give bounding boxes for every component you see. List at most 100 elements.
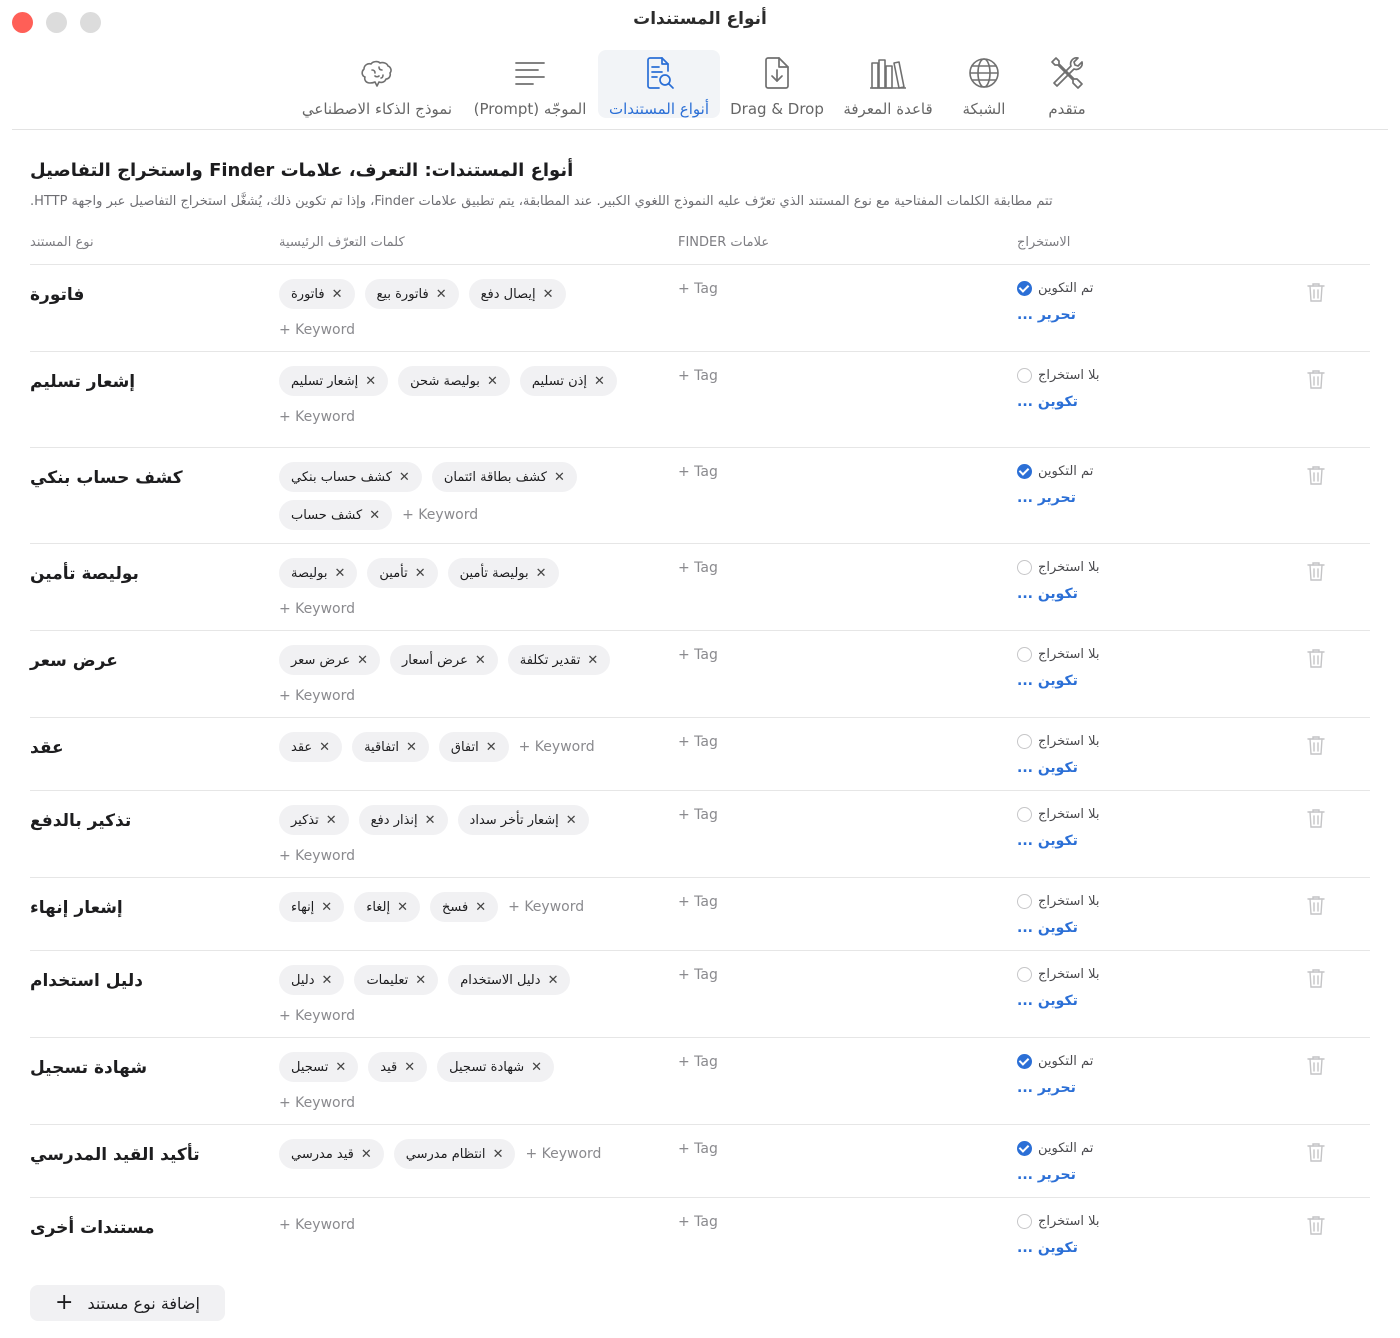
add-tag-button[interactable]: + Tag [678,647,718,663]
add-tag-button[interactable]: + Tag [678,281,718,297]
add-keyword-button[interactable]: + Keyword [279,843,355,869]
remove-keyword-icon[interactable]: ✕ [369,508,380,523]
tab-network[interactable]: الشبكة [944,50,1024,118]
remove-keyword-icon[interactable]: ✕ [543,287,554,302]
doc-type-name[interactable]: شهادة تسجيل [30,1058,147,1078]
add-keyword-button[interactable]: + Keyword [279,683,355,709]
trash-icon[interactable] [1306,1214,1326,1236]
configure-extraction-link[interactable]: تكوين ... [1017,760,1078,776]
trash-icon[interactable] [1306,894,1326,916]
doc-type-name[interactable]: تذكير بالدفع [30,811,131,831]
add-tag-button[interactable]: + Tag [678,967,718,983]
remove-keyword-icon[interactable]: ✕ [399,470,410,485]
remove-keyword-icon[interactable]: ✕ [326,813,337,828]
configure-extraction-link[interactable]: تكوين ... [1017,920,1078,936]
tab-drag-drop[interactable]: Drag & Drop [722,50,832,118]
remove-keyword-icon[interactable]: ✕ [566,813,577,828]
doc-type-name[interactable]: إشعار تسليم [30,372,135,392]
add-document-type-button[interactable]: + إضافة نوع مستند [30,1285,225,1321]
configure-extraction-link[interactable]: تكوين ... [1017,586,1078,602]
remove-keyword-icon[interactable]: ✕ [475,900,486,915]
remove-keyword-icon[interactable]: ✕ [365,374,376,389]
remove-keyword-icon[interactable]: ✕ [406,740,417,755]
configure-extraction-link[interactable]: تكوين ... [1017,993,1078,1009]
doc-type-name[interactable]: عرض سعر [30,651,118,671]
tab-ai-model[interactable]: نموذج الذكاء الاصطناعي [296,50,458,118]
doc-type-name[interactable]: بوليصة تأمين [30,564,139,584]
remove-keyword-icon[interactable]: ✕ [322,973,333,988]
edit-extraction-link[interactable]: تحرير ... [1017,1080,1076,1096]
tab-knowledge-base[interactable]: قاعدة المعرفة [838,50,938,118]
add-keyword-button[interactable]: + Keyword [279,404,355,430]
add-keyword-button[interactable]: + Keyword [519,734,595,760]
doc-type-name[interactable]: إشعار إنهاء [30,898,123,918]
trash-icon[interactable] [1306,647,1326,669]
add-tag-button[interactable]: + Tag [678,734,718,750]
add-tag-button[interactable]: + Tag [678,807,718,823]
configure-extraction-link[interactable]: تكوين ... [1017,833,1078,849]
doc-type-name[interactable]: تأكيد القيد المدرسي [30,1145,200,1165]
remove-keyword-icon[interactable]: ✕ [332,287,343,302]
remove-keyword-icon[interactable]: ✕ [587,653,598,668]
remove-keyword-icon[interactable]: ✕ [436,287,447,302]
doc-type-name[interactable]: دليل استخدام [30,971,143,991]
remove-keyword-icon[interactable]: ✕ [397,900,408,915]
trash-icon[interactable] [1306,464,1326,486]
remove-keyword-icon[interactable]: ✕ [334,566,345,581]
add-tag-button[interactable]: + Tag [678,1141,718,1157]
add-tag-button[interactable]: + Tag [678,560,718,576]
trash-icon[interactable] [1306,1141,1326,1163]
doc-type-name[interactable]: فاتورة [30,285,84,305]
add-tag-button[interactable]: + Tag [678,894,718,910]
remove-keyword-icon[interactable]: ✕ [415,973,426,988]
trash-icon[interactable] [1306,1054,1326,1076]
trash-icon[interactable] [1306,734,1326,756]
remove-keyword-icon[interactable]: ✕ [357,653,368,668]
remove-keyword-icon[interactable]: ✕ [594,374,605,389]
add-keyword-button[interactable]: + Keyword [279,317,355,343]
remove-keyword-icon[interactable]: ✕ [548,973,559,988]
remove-keyword-icon[interactable]: ✕ [361,1147,372,1162]
edit-extraction-link[interactable]: تحرير ... [1017,1167,1076,1183]
doc-type-name[interactable]: مستندات أخرى [30,1218,155,1238]
add-keyword-button[interactable]: + Keyword [279,1090,355,1116]
remove-keyword-icon[interactable]: ✕ [415,566,426,581]
configure-extraction-link[interactable]: تكوين ... [1017,673,1078,689]
remove-keyword-icon[interactable]: ✕ [321,900,332,915]
add-keyword-button[interactable]: + Keyword [279,1003,355,1029]
trash-icon[interactable] [1306,281,1326,303]
tab-prompt[interactable]: الموجّه (Prompt) [466,50,594,118]
trash-icon[interactable] [1306,560,1326,582]
remove-keyword-icon[interactable]: ✕ [335,1060,346,1075]
add-tag-button[interactable]: + Tag [678,368,718,384]
configure-extraction-link[interactable]: تكوين ... [1017,394,1078,410]
add-tag-button[interactable]: + Tag [678,1054,718,1070]
remove-keyword-icon[interactable]: ✕ [487,374,498,389]
remove-keyword-icon[interactable]: ✕ [554,470,565,485]
doc-type-name[interactable]: كشف حساب بنكي [30,468,183,488]
add-keyword-button[interactable]: + Keyword [279,596,355,622]
add-tag-button[interactable]: + Tag [678,1214,718,1230]
remove-keyword-icon[interactable]: ✕ [531,1060,542,1075]
edit-extraction-link[interactable]: تحرير ... [1017,490,1076,506]
remove-keyword-icon[interactable]: ✕ [404,1060,415,1075]
remove-keyword-icon[interactable]: ✕ [486,740,497,755]
remove-keyword-icon[interactable]: ✕ [493,1147,504,1162]
trash-icon[interactable] [1306,967,1326,989]
add-keyword-button[interactable]: + Keyword [279,1212,355,1238]
add-tag-button[interactable]: + Tag [678,464,718,480]
edit-extraction-link[interactable]: تحرير ... [1017,307,1076,323]
remove-keyword-icon[interactable]: ✕ [475,653,486,668]
remove-keyword-icon[interactable]: ✕ [425,813,436,828]
tab-advanced[interactable]: متقدم [1030,50,1104,118]
add-keyword-button[interactable]: + Keyword [525,1141,601,1167]
configure-extraction-link[interactable]: تكوين ... [1017,1240,1078,1256]
remove-keyword-icon[interactable]: ✕ [536,566,547,581]
remove-keyword-icon[interactable]: ✕ [319,740,330,755]
trash-icon[interactable] [1306,368,1326,390]
trash-icon[interactable] [1306,807,1326,829]
tab-document-types[interactable]: أنواع المستندات [598,50,720,118]
add-keyword-button[interactable]: + Keyword [402,502,478,528]
add-keyword-button[interactable]: + Keyword [508,894,584,920]
doc-type-name[interactable]: عقد [30,738,64,758]
